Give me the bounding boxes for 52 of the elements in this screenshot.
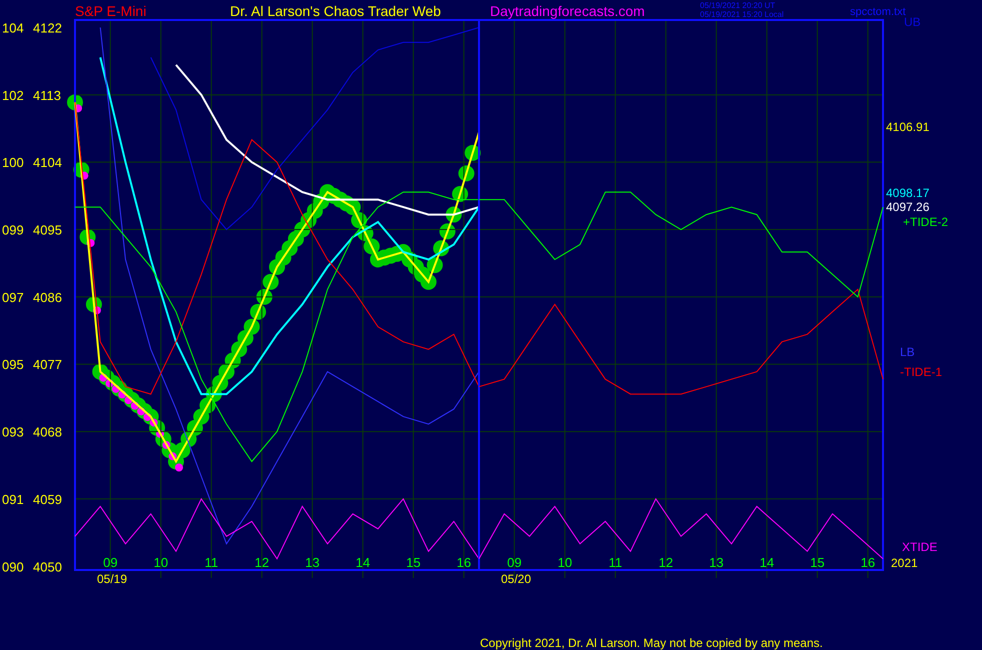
- year-label: 2021: [891, 556, 918, 570]
- series-label: -TIDE-1: [900, 365, 942, 379]
- y-axis-label: 4077: [33, 357, 62, 372]
- hour-label: 11: [204, 555, 218, 570]
- y-axis-label: 091: [2, 492, 24, 507]
- y-axis-label: 100: [2, 155, 24, 170]
- hour-label: 12: [254, 555, 270, 570]
- hour-label: 13: [305, 555, 320, 570]
- file-label: spcctom.txt: [850, 6, 906, 18]
- series-label: XTIDE: [902, 540, 938, 554]
- y-axis-label: 104: [2, 20, 24, 36]
- y-axis-label: 4122: [33, 20, 62, 36]
- date-label: 05/19: [97, 572, 128, 586]
- copyright-text: Copyright 2021, Dr. Al Larson. May not be copied by any means.: [480, 636, 823, 650]
- timestamp-ut: 05/19/2021 20:20 UT: [700, 1, 776, 10]
- y-axis-label: 4095: [33, 222, 62, 238]
- series-label: LB: [900, 345, 915, 359]
- website-label: Daytradingforecasts.com: [490, 3, 645, 19]
- hour-label: 10: [558, 555, 572, 570]
- hour-label: 14: [356, 555, 370, 570]
- hour-label: 09: [507, 555, 522, 570]
- series-label: 4097.26: [886, 200, 930, 214]
- y-axis-label: 095: [2, 357, 24, 372]
- timestamp-local: 05/19/2021 15:20 Local: [700, 10, 784, 19]
- y-axis-label: 4104: [33, 155, 62, 170]
- hour-label: 15: [406, 555, 421, 570]
- y-axis-label: 093: [2, 424, 24, 440]
- hour-label: 16: [456, 555, 472, 570]
- series-label: UB: [904, 15, 921, 29]
- hour-label: 15: [810, 555, 825, 570]
- y-axis-label: 090: [2, 559, 24, 574]
- y-axis-label: 4086: [33, 290, 62, 305]
- hour-label: 16: [860, 555, 876, 570]
- hour-label: 12: [658, 555, 674, 570]
- symbol-label: S&P E-Mini: [75, 3, 146, 19]
- hour-label: 14: [760, 555, 774, 570]
- hour-label: 10: [154, 555, 168, 570]
- y-axis-label: 097: [2, 290, 24, 305]
- series-label: 4106.91: [886, 120, 930, 134]
- y-axis-label: 4068: [33, 424, 62, 440]
- date-label: 05/20: [501, 572, 532, 586]
- hour-label: 11: [608, 555, 622, 570]
- y-axis-label: 099: [2, 222, 24, 238]
- y-axis-label: 4050: [33, 559, 62, 574]
- y-axis-label: 4113: [33, 88, 61, 103]
- series-label: 4098.17: [886, 186, 930, 200]
- hour-label: 13: [709, 555, 724, 570]
- hour-label: 09: [103, 555, 118, 570]
- y-axis-label: 102: [2, 88, 24, 103]
- chart-title: Dr. Al Larson's Chaos Trader Web: [230, 3, 441, 19]
- series-label: +TIDE-2: [903, 215, 948, 229]
- y-axis-label: 4059: [33, 492, 62, 507]
